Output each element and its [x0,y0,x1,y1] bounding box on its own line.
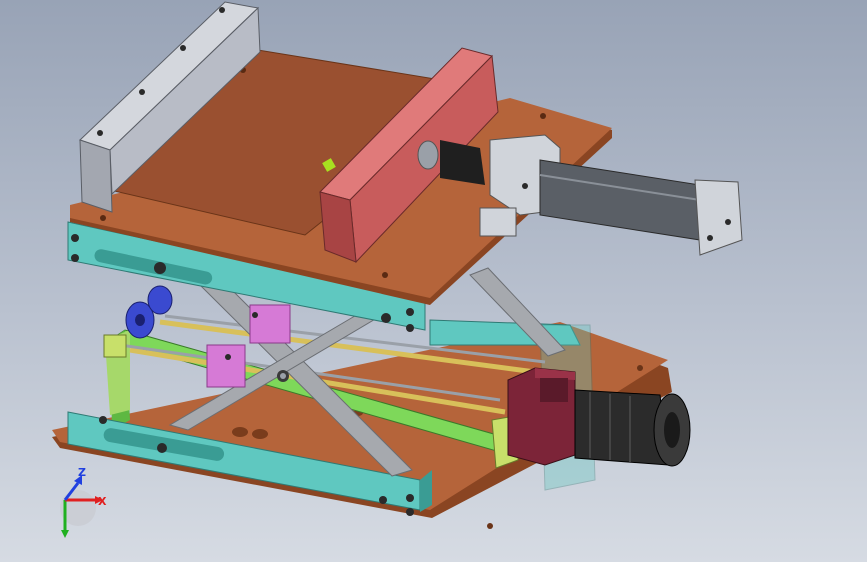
z-axis-label: Z [78,466,86,479]
motor-mount[interactable] [507,367,576,466]
3d-viewport[interactable]: Z X [0,0,867,562]
assembly-model[interactable] [0,0,867,562]
servo-motor[interactable] [574,389,691,467]
x-axis-label: X [98,495,107,508]
axis-triad [60,475,103,538]
